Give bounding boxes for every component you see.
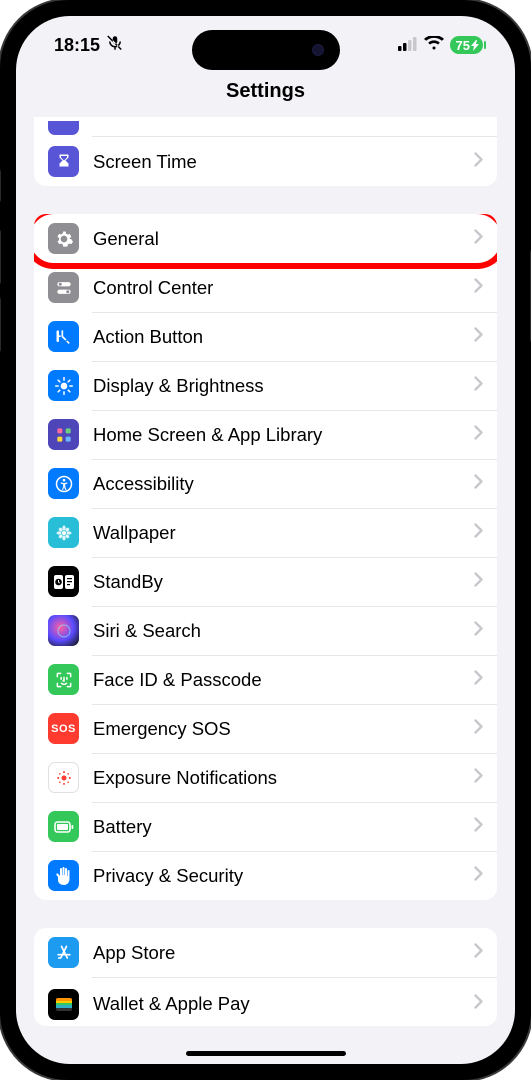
row-exposure[interactable]: Exposure Notifications: [34, 753, 497, 802]
row-screen-time[interactable]: Screen Time: [34, 137, 497, 186]
gear-icon: [48, 223, 79, 254]
row-privacy[interactable]: Privacy & Security: [34, 851, 497, 900]
signal-icon: [398, 35, 418, 56]
chevron-right-icon: [474, 278, 483, 298]
appstore-icon: [48, 937, 79, 968]
volume-up: [0, 230, 1, 284]
label: StandBy: [93, 571, 474, 593]
switches-icon: [48, 272, 79, 303]
row-siri[interactable]: Siri & Search: [34, 606, 497, 655]
chevron-right-icon: [474, 943, 483, 963]
partial-row-top: [34, 117, 497, 137]
chevron-right-icon: [474, 152, 483, 172]
mute-switch: [0, 170, 1, 202]
label: Privacy & Security: [93, 865, 474, 887]
status-time: 18:15: [54, 35, 100, 56]
row-wallet[interactable]: Wallet & Apple Pay: [34, 977, 497, 1026]
settings-group-3: App Store Wallet & Apple Pay: [34, 928, 497, 1026]
person-icon: [48, 468, 79, 499]
exposure-icon: [48, 762, 79, 793]
sun-icon: [48, 370, 79, 401]
chevron-right-icon: [474, 474, 483, 494]
label: Display & Brightness: [93, 375, 474, 397]
label: Wallpaper: [93, 522, 474, 544]
row-home-screen[interactable]: Home Screen & App Library: [34, 410, 497, 459]
chevron-right-icon: [474, 376, 483, 396]
chevron-right-icon: [474, 817, 483, 837]
home-indicator[interactable]: [186, 1051, 346, 1056]
row-sos[interactable]: SOS Emergency SOS: [34, 704, 497, 753]
flower-icon: [48, 517, 79, 548]
chevron-right-icon: [474, 994, 483, 1014]
wifi-icon: [424, 35, 444, 56]
row-accessibility[interactable]: Accessibility: [34, 459, 497, 508]
row-appstore[interactable]: App Store: [34, 928, 497, 977]
battery-value: 75: [456, 38, 470, 53]
row-faceid[interactable]: Face ID & Passcode: [34, 655, 497, 704]
chevron-right-icon: [474, 719, 483, 739]
grid-icon: [48, 419, 79, 450]
standby-icon: [48, 566, 79, 597]
action-icon: [48, 321, 79, 352]
phone-frame: 18:15 75 Settings: [0, 0, 531, 1080]
label: Home Screen & App Library: [93, 424, 474, 446]
row-wallpaper[interactable]: Wallpaper: [34, 508, 497, 557]
row-display[interactable]: Display & Brightness: [34, 361, 497, 410]
wallet-icon: [48, 989, 79, 1020]
chevron-right-icon: [474, 670, 483, 690]
chevron-right-icon: [474, 621, 483, 641]
hourglass-icon: [48, 146, 79, 177]
label: Siri & Search: [93, 620, 474, 642]
status-left: 18:15: [54, 34, 124, 57]
chevron-right-icon: [474, 523, 483, 543]
label: Control Center: [93, 277, 474, 299]
faceid-icon: [48, 664, 79, 695]
chevron-right-icon: [474, 425, 483, 445]
partial-icon: [48, 121, 79, 135]
label: Wallet & Apple Pay: [93, 993, 474, 1015]
row-battery[interactable]: Battery: [34, 802, 497, 851]
settings-group-2: General Control Center Action Button: [34, 214, 497, 900]
chevron-right-icon: [474, 866, 483, 886]
battery-indicator: 75: [450, 36, 483, 54]
volume-down: [0, 298, 1, 352]
screen: 18:15 75 Settings: [16, 16, 515, 1064]
status-right: 75: [398, 35, 483, 56]
hand-icon: [48, 860, 79, 891]
chevron-right-icon: [474, 229, 483, 249]
chevron-right-icon: [474, 768, 483, 788]
row-standby[interactable]: StandBy: [34, 557, 497, 606]
battery-icon: [48, 811, 79, 842]
label: Exposure Notifications: [93, 767, 474, 789]
silent-icon: [106, 34, 124, 57]
label: Accessibility: [93, 473, 474, 495]
siri-icon: [48, 615, 79, 646]
label: Action Button: [93, 326, 474, 348]
label: Emergency SOS: [93, 718, 474, 740]
label: General: [93, 228, 474, 250]
row-control-center[interactable]: Control Center: [34, 263, 497, 312]
chevron-right-icon: [474, 572, 483, 592]
label: Face ID & Passcode: [93, 669, 474, 691]
label: Screen Time: [93, 151, 474, 173]
label: App Store: [93, 942, 474, 964]
settings-group-1: Screen Time: [34, 137, 497, 186]
content[interactable]: Settings Screen Time: [16, 74, 515, 1064]
chevron-right-icon: [474, 327, 483, 347]
dynamic-island: [192, 30, 340, 70]
label: Battery: [93, 816, 474, 838]
row-action-button[interactable]: Action Button: [34, 312, 497, 361]
row-general[interactable]: General: [34, 214, 497, 263]
page-title: Settings: [16, 74, 515, 117]
sos-icon: SOS: [48, 713, 79, 744]
